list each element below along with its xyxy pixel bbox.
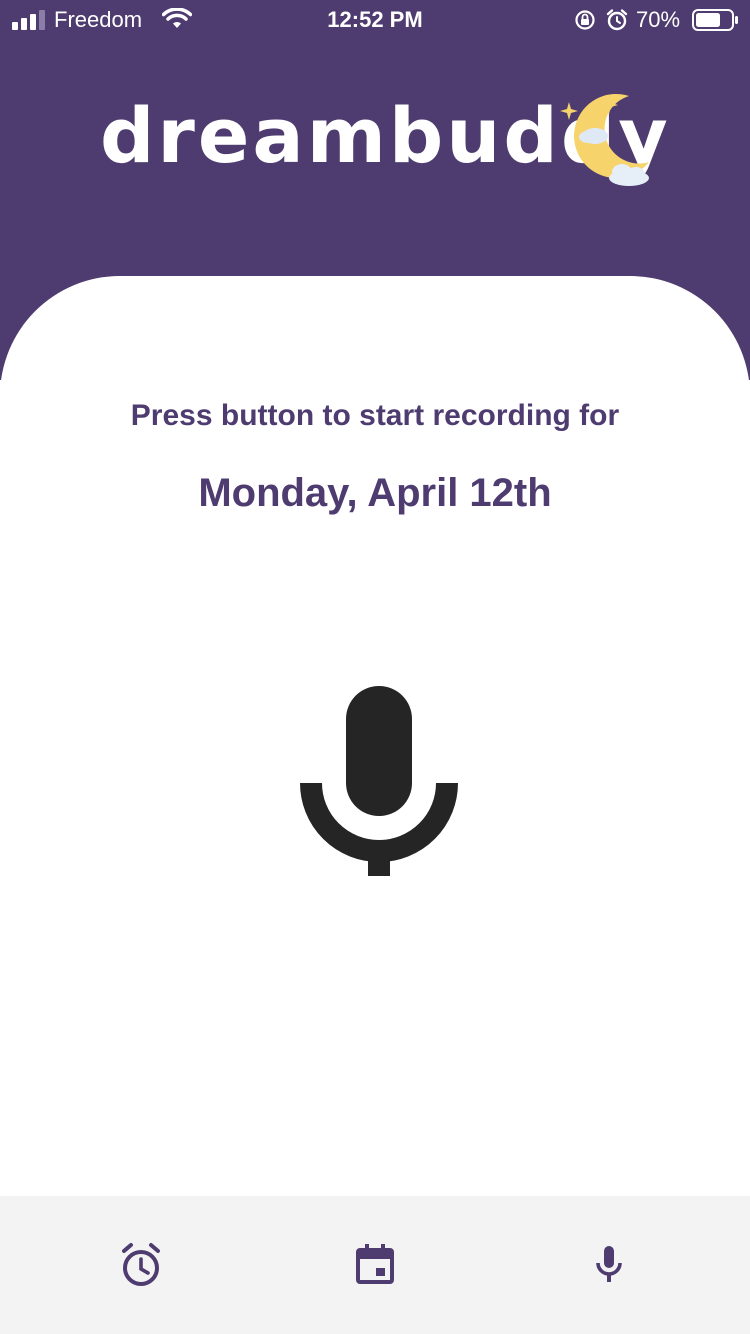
alarm-icon xyxy=(606,9,628,31)
alarm-clock-icon xyxy=(122,1243,160,1286)
lock-rotation-icon xyxy=(575,10,595,30)
crescent-moon-icon xyxy=(560,93,649,186)
calendar-icon xyxy=(356,1244,394,1284)
recording-prompt: Press button to start recording for xyxy=(130,399,620,432)
tab-record[interactable]: microphone-icon xyxy=(579,1236,639,1296)
microphone-icon xyxy=(596,1246,622,1282)
app-screen: Freedom 12:52 PM 70% dreambuddy Press bu… xyxy=(0,0,750,1334)
microphone-icon xyxy=(300,686,458,876)
battery-percent: 70% xyxy=(636,7,681,32)
bottom-tab-bar: alarm-clock-icon calendar-icon microphon… xyxy=(0,1196,750,1334)
tab-calendar[interactable]: calendar-icon xyxy=(345,1236,405,1296)
battery-icon xyxy=(692,9,738,31)
tab-alarm[interactable]: alarm-clock-icon xyxy=(111,1236,171,1296)
record-button[interactable] xyxy=(290,670,470,890)
recording-date: Monday, April 12th xyxy=(198,471,552,515)
status-bar: Freedom 12:52 PM 70% xyxy=(0,0,750,40)
